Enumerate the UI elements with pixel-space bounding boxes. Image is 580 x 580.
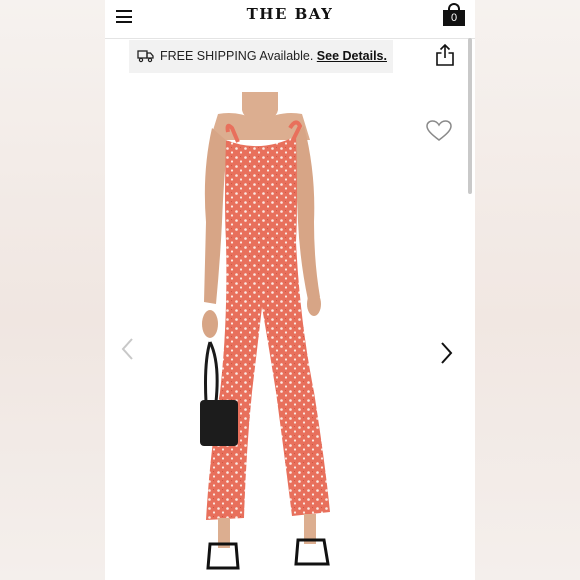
share-icon[interactable] <box>435 43 455 67</box>
see-details-link[interactable]: See Details. <box>317 49 387 63</box>
background-right <box>475 0 580 580</box>
chevron-right-icon[interactable] <box>438 341 454 365</box>
site-header: THE BAY 0 <box>105 0 475 39</box>
bag-count-badge: 0 <box>450 12 458 24</box>
background-left <box>0 0 105 580</box>
shipping-message: FREE SHIPPING Available. <box>160 49 314 63</box>
truck-icon <box>137 50 154 63</box>
product-image <box>200 92 330 570</box>
product-page: THE BAY 0 FREE SHIPPING Available. See D… <box>105 0 475 580</box>
scrollbar[interactable] <box>468 38 472 194</box>
shipping-banner: FREE SHIPPING Available. See Details. <box>129 40 393 73</box>
chevron-left-icon[interactable] <box>120 337 136 361</box>
heart-icon[interactable] <box>426 120 452 142</box>
shopping-bag-icon[interactable]: 0 <box>443 3 465 26</box>
brand-logo[interactable]: THE BAY <box>105 5 475 23</box>
shipping-text: FREE SHIPPING Available. See Details. <box>160 49 387 63</box>
